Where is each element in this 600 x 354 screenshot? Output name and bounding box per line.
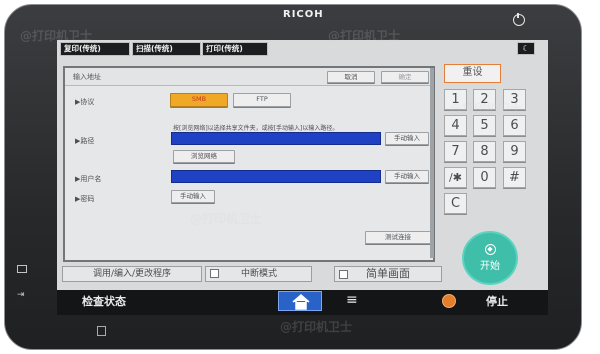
brand-logo: RICOH <box>283 9 324 20</box>
path-label: ▶路径 <box>75 137 95 145</box>
key-9[interactable]: 9 <box>503 141 526 162</box>
simple-screen-button[interactable]: 简单画面 <box>334 266 442 282</box>
username-manual-input-button[interactable]: 手动输入 <box>385 170 429 183</box>
watermark: @打印机卫士 <box>280 320 353 334</box>
power-icon[interactable] <box>513 13 525 26</box>
key-slash-star[interactable]: /✱ <box>444 167 467 188</box>
reset-button[interactable]: 重设 <box>444 64 501 83</box>
username-label: ▶用户名 <box>75 175 102 183</box>
simple-label: 简单画面 <box>366 267 410 280</box>
interrupt-label: 中断模式 <box>241 269 278 279</box>
tab-copy[interactable]: 复印(传统) <box>60 42 130 56</box>
watermark: @打印机卫士 <box>190 212 263 226</box>
protocol-smb-button[interactable]: SMB <box>170 93 228 107</box>
ok-button[interactable]: 确定 <box>381 71 429 83</box>
stop-icon <box>442 294 456 308</box>
panel-scrollbar[interactable] <box>430 68 434 258</box>
watermark: @打印机卫士 <box>20 29 93 43</box>
interrupt-button[interactable]: 中断模式 <box>205 266 312 282</box>
watermark: @打印机卫士 <box>450 102 523 116</box>
key-hash[interactable]: # <box>503 167 526 188</box>
key-8[interactable]: 8 <box>473 141 496 162</box>
path-hint: 按[浏览网络]以选择共享文件夹，或按[手动输入]以输入路径。 <box>173 125 339 132</box>
key-6[interactable]: 6 <box>503 115 526 136</box>
panel-header: 输入地址 取消 确定 <box>65 68 433 86</box>
path-manual-input-button[interactable]: 手动输入 <box>385 132 429 145</box>
energy-saver-moon-icon[interactable]: ☾ <box>517 42 535 55</box>
simple-checkbox-icon <box>339 269 348 279</box>
keyboard-icon[interactable] <box>17 265 27 273</box>
cancel-button[interactable]: 取消 <box>327 71 375 83</box>
login-icon[interactable]: ⇥ <box>17 290 25 300</box>
watermark: @打印机卫士 <box>328 29 401 43</box>
start-label: 开始 <box>480 261 500 272</box>
address-panel: 输入地址 取消 确定 ▶协议 SMB FTP 按[浏览网络]以选择共享文件夹，或… <box>63 66 435 262</box>
tab-print[interactable]: 打印(传统) <box>202 42 268 56</box>
interrupt-checkbox-icon <box>210 269 219 278</box>
protocol-ftp-button[interactable]: FTP <box>233 93 291 107</box>
stop-button[interactable]: 停止 <box>486 293 508 309</box>
home-button[interactable] <box>278 291 322 311</box>
protocol-label: ▶协议 <box>75 98 95 106</box>
menu-icon[interactable]: ≡ <box>346 292 358 308</box>
start-diamond-icon: ◆ <box>484 244 496 255</box>
password-label: ▶密码 <box>75 195 95 203</box>
username-field[interactable] <box>171 170 381 183</box>
key-7[interactable]: 7 <box>444 141 467 162</box>
connection-test-button[interactable]: 测试连接 <box>365 231 431 244</box>
start-button[interactable]: ◆ 开始 <box>462 231 518 285</box>
browse-network-button[interactable]: 浏览网络 <box>173 150 235 163</box>
home-icon <box>292 294 310 310</box>
tab-scan[interactable]: 扫描(传统) <box>132 42 201 56</box>
check-status-button[interactable]: 检查状态 <box>82 293 126 309</box>
program-button[interactable]: 调用/编入/更改程序 <box>62 266 202 282</box>
panel-title: 输入地址 <box>73 73 101 81</box>
data-in-icon <box>97 326 106 336</box>
path-field[interactable] <box>171 132 381 145</box>
key-0[interactable]: 0 <box>473 167 496 188</box>
key-5[interactable]: 5 <box>473 115 496 136</box>
key-4[interactable]: 4 <box>444 115 467 136</box>
key-clear[interactable]: C <box>444 193 467 214</box>
password-manual-input-button[interactable]: 手动输入 <box>171 190 215 203</box>
